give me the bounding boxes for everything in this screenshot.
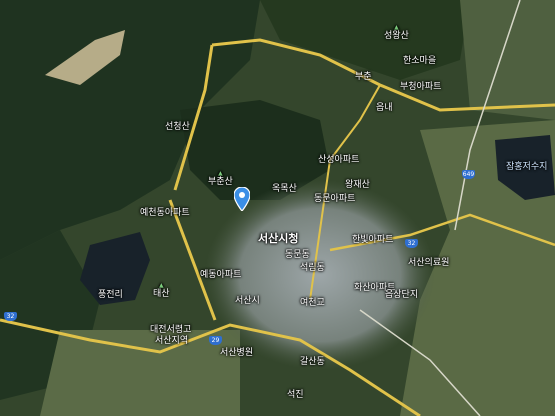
label-dongmunapt: 동문아파트 <box>314 194 356 204</box>
label-sanseongapt: 산성아파트 <box>318 155 360 165</box>
location-pin-icon[interactable] <box>233 186 251 212</box>
label-seosansi: 서산시청 <box>258 232 299 245</box>
label-hansoryumaeul: 한소마을 <box>403 56 437 66</box>
label-eupsangdan: 읍상단지 <box>385 290 419 300</box>
label-seokrim: 석림동 <box>300 263 325 273</box>
label-pungjeon: 풍전리 <box>98 290 123 300</box>
route-shield-32-east: 32 <box>405 239 418 248</box>
label-buchun: 부춘 <box>355 72 372 82</box>
label-taesan: 태산 <box>153 282 170 299</box>
label-yedongapt: 예동아파트 <box>200 270 242 280</box>
label-daejeonseoryeong: 대전서령고 <box>150 325 192 335</box>
label-hanjaesan: 왕재산 <box>345 180 370 190</box>
label-bucheonsan: 부춘산 <box>208 170 233 187</box>
label-eupnae: 읍내 <box>376 103 393 113</box>
label-yejeonhospital: 예천동아파트 <box>140 208 190 218</box>
label-seosangu: 서산지역 <box>155 336 189 346</box>
label-seoulhospital: 서산병원 <box>220 348 254 358</box>
label-okmoksan: 옥목산 <box>272 184 297 194</box>
label-seosanhospital: 서산의료원 <box>408 258 450 268</box>
label-seoncheongsan: 선청산 <box>165 122 190 132</box>
label-bucheongapt: 부청아파트 <box>400 82 442 92</box>
label-seosancity: 서산시 <box>235 296 260 306</box>
label-galsan: 갈산동 <box>300 357 325 367</box>
route-shield-32-west: 32 <box>4 312 17 321</box>
label-yeocheon: 여천교 <box>300 298 325 308</box>
label-seongwangsan: 성왕산 <box>384 24 409 41</box>
label-dongmun: 동문동 <box>285 250 310 260</box>
label-hanbitapt: 한빛아파트 <box>352 235 394 245</box>
route-shield-649: 649 <box>462 170 475 179</box>
map-imagery <box>0 0 555 416</box>
satellite-map[interactable]: 성왕산 한소마을 부춘 부청아파트 읍내 선청산 부춘산 옥목산 산성아파트 잠… <box>0 0 555 416</box>
route-shield-29: 29 <box>209 336 222 345</box>
label-seokjin: 석진 <box>287 390 304 400</box>
label-jangdongreservoir: 잠홍저수지 <box>506 162 548 172</box>
